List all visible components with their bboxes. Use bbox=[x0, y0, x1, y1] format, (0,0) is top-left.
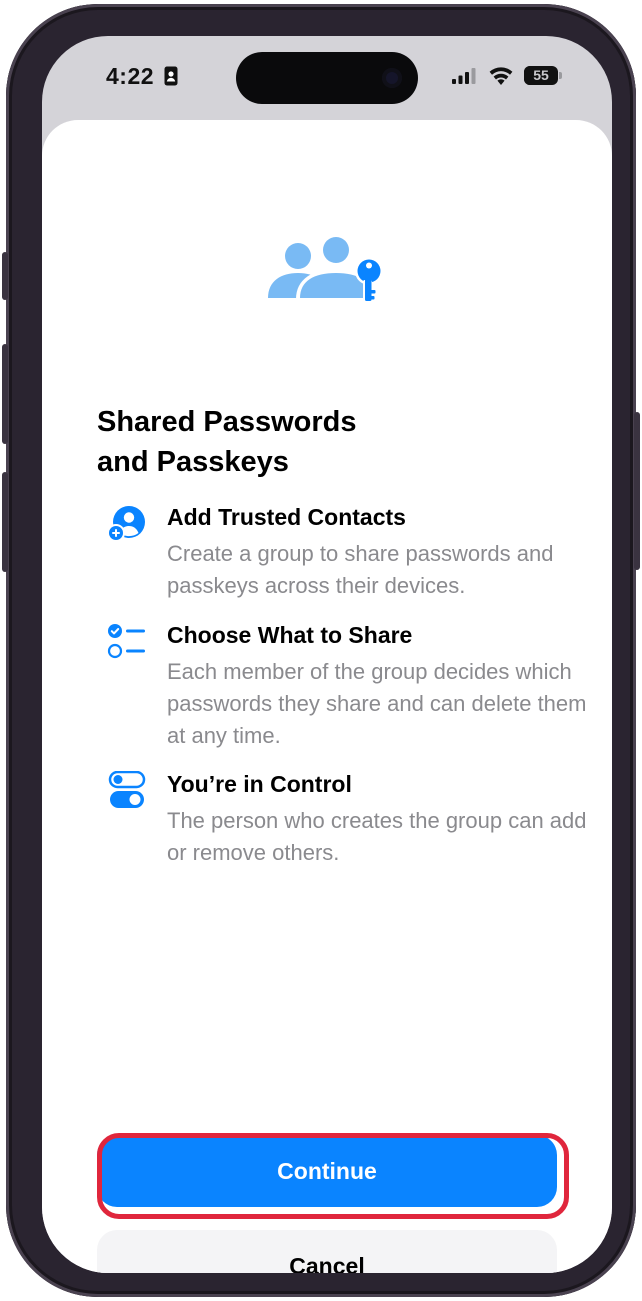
shared-passwords-hero-icon bbox=[268, 234, 383, 303]
status-bar: 4:22 55 bbox=[42, 36, 612, 122]
feature-title: Choose What to Share bbox=[167, 622, 413, 648]
feature-description: Each member of the group decides which p… bbox=[167, 659, 587, 748]
person-add-icon bbox=[107, 506, 145, 542]
feature-description: The person who creates the group can add… bbox=[167, 808, 587, 865]
battery-icon: 55 bbox=[524, 66, 558, 85]
screen: 4:22 55 Shared Passwords and Passkeys Ad… bbox=[42, 36, 612, 1273]
wifi-icon bbox=[489, 67, 513, 85]
action-button bbox=[2, 252, 8, 300]
status-time: 4:22 bbox=[106, 63, 155, 89]
feature-description: Create a group to share passwords and pa… bbox=[167, 541, 554, 598]
sheet-title: Shared Passwords and Passkeys bbox=[97, 402, 557, 482]
toggles-icon bbox=[108, 771, 146, 808]
contact-card-icon bbox=[164, 66, 178, 86]
feature-title: You’re in Control bbox=[167, 771, 352, 797]
front-camera bbox=[382, 68, 402, 88]
dynamic-island bbox=[236, 52, 418, 104]
checklist-icon bbox=[107, 624, 145, 659]
cellular-signal-icon bbox=[452, 68, 476, 84]
sheet-title-line2: and Passkeys bbox=[97, 446, 289, 478]
phone-frame: 4:22 55 Shared Passwords and Passkeys Ad… bbox=[2, 4, 640, 1297]
volume-down-button bbox=[2, 472, 8, 572]
battery-level: 55 bbox=[533, 67, 549, 83]
shared-passwords-sheet: Shared Passwords and Passkeys Add Truste… bbox=[42, 120, 612, 1273]
sheet-title-line1: Shared Passwords bbox=[97, 406, 357, 438]
volume-up-button bbox=[2, 344, 8, 444]
cancel-button[interactable]: Cancel bbox=[97, 1230, 557, 1273]
battery-cap bbox=[559, 72, 562, 79]
feature-title: Add Trusted Contacts bbox=[167, 504, 406, 530]
continue-button[interactable]: Continue bbox=[97, 1135, 557, 1207]
power-button bbox=[634, 412, 640, 570]
